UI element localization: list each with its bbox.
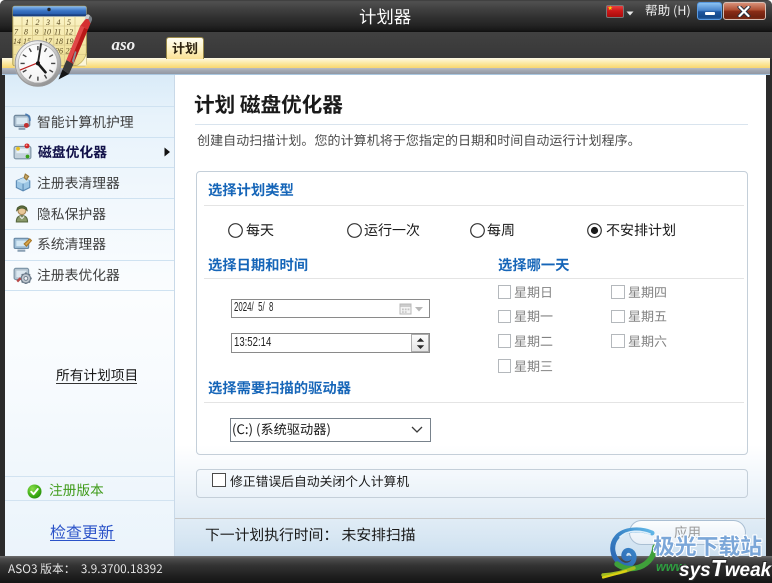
svg-text:9: 9 <box>35 28 39 37</box>
svg-text:3: 3 <box>45 18 50 27</box>
svg-text:11: 11 <box>54 28 61 37</box>
svg-text:5: 5 <box>67 18 71 27</box>
svg-text:14: 14 <box>13 37 21 46</box>
svg-text:18: 18 <box>55 37 63 46</box>
svg-text:10: 10 <box>43 28 51 37</box>
svg-text:4: 4 <box>57 18 61 27</box>
svg-text:8: 8 <box>24 28 28 37</box>
svg-text:19: 19 <box>66 37 74 46</box>
svg-text:1: 1 <box>25 18 29 27</box>
svg-text:2: 2 <box>36 18 40 27</box>
svg-text:12: 12 <box>65 28 73 37</box>
